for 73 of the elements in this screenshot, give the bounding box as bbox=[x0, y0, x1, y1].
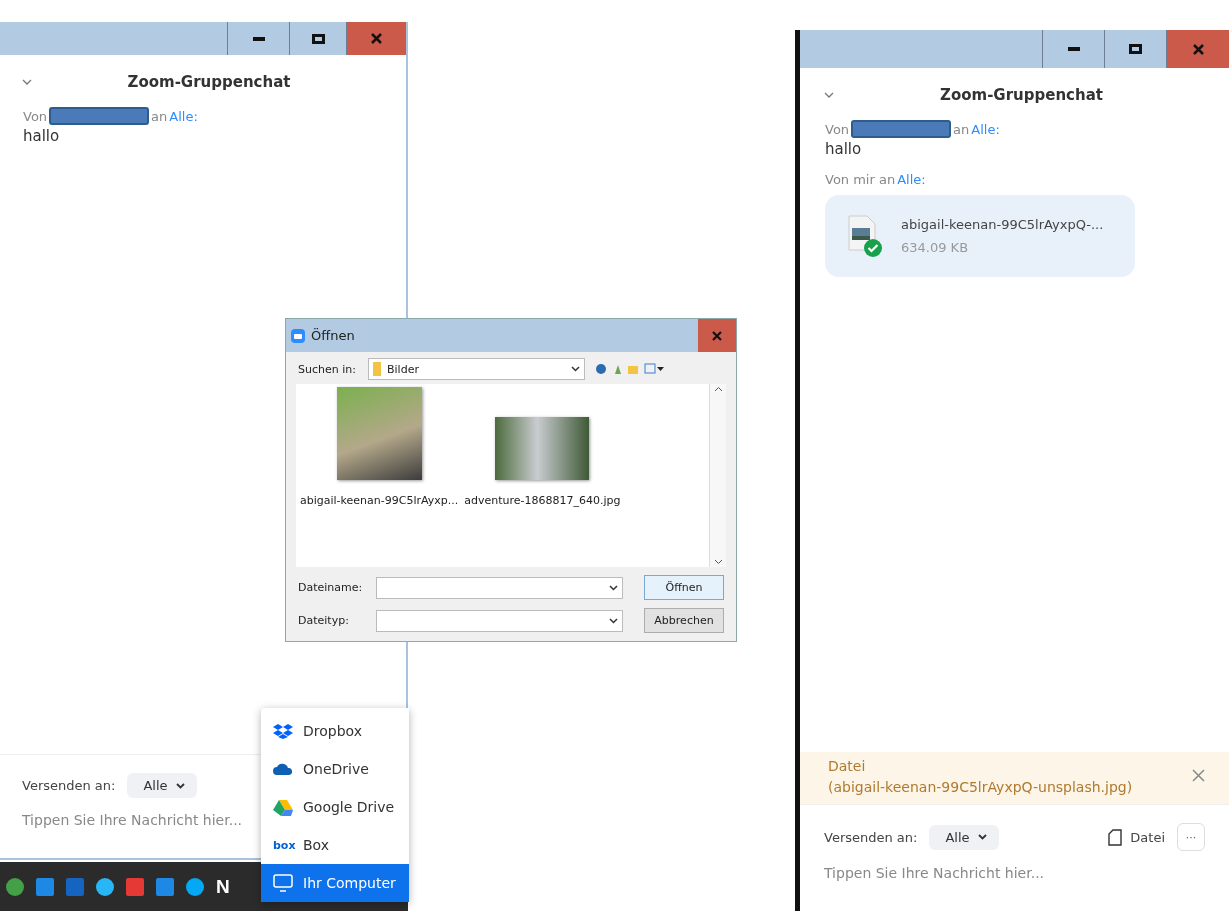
close-icon bbox=[1192, 769, 1205, 782]
file-button[interactable]: Datei bbox=[1108, 828, 1165, 846]
cancel-button[interactable]: Abbrechen bbox=[644, 608, 724, 633]
scrollbar[interactable] bbox=[709, 384, 726, 567]
chevron-down-icon bbox=[713, 559, 723, 565]
file-icon bbox=[1108, 828, 1123, 846]
filename-label: Dateiname: bbox=[298, 581, 364, 594]
chat-title: Zoom-Gruppenchat bbox=[939, 86, 1104, 104]
message-input[interactable]: Tippen Sie Ihre Nachricht hier... bbox=[824, 865, 1205, 881]
taskbar-app-icon[interactable] bbox=[6, 877, 24, 896]
chat-title: Zoom-Gruppenchat bbox=[126, 73, 292, 91]
dialog-title: Öffnen bbox=[311, 328, 356, 343]
chevron-down-icon bbox=[571, 366, 580, 372]
chevron-up-icon bbox=[713, 386, 723, 392]
recipient-dropdown[interactable]: Alle bbox=[127, 773, 197, 798]
taskbar-app-icon[interactable] bbox=[156, 877, 174, 896]
look-in-label: Suchen in: bbox=[298, 362, 357, 376]
close-icon bbox=[1192, 43, 1204, 55]
taskbar-app-icon[interactable] bbox=[126, 877, 144, 896]
minimize-icon bbox=[252, 36, 265, 41]
close-icon bbox=[371, 33, 382, 44]
maximize-icon bbox=[311, 33, 325, 44]
folder-dropdown[interactable]: Bilder bbox=[368, 358, 585, 380]
file-name[interactable]: adventure-1868817_640.jpg bbox=[464, 494, 621, 507]
attachment-text: Datei (abigail-keenan-99C5lrAyxpQ-unsplash.jpg) bbox=[828, 757, 1134, 797]
dropbox-logo-icon bbox=[273, 723, 293, 739]
filetype-label: Dateityp: bbox=[298, 614, 350, 627]
send-to-label: Versenden an: bbox=[22, 778, 116, 793]
sender-label: Von mir an bbox=[825, 172, 896, 187]
sender-label: Von bbox=[825, 121, 850, 137]
box-logo: box bbox=[273, 838, 293, 852]
close-button[interactable] bbox=[698, 319, 736, 352]
menu-item[interactable]: box Box bbox=[261, 826, 409, 864]
triangle-logo-icon bbox=[273, 798, 293, 816]
menu-item[interactable]: Ihr Computer bbox=[261, 864, 409, 902]
open-button[interactable]: Öffnen bbox=[644, 575, 724, 600]
chevron-down-icon bbox=[824, 92, 834, 98]
file-name[interactable]: abigail-keenan-99C5lrAyxp... bbox=[300, 494, 459, 507]
minimize-icon bbox=[1067, 47, 1080, 51]
close-icon bbox=[712, 330, 722, 341]
chevron-down-icon bbox=[22, 79, 32, 85]
recipient-prefix: an bbox=[953, 121, 970, 137]
taskbar-app-icon[interactable]: N bbox=[216, 875, 230, 898]
file-name: abigail-keenan-99C5lrAyxpQ-... bbox=[901, 217, 1104, 232]
taskbar-app-icon[interactable] bbox=[186, 877, 204, 896]
chevron-down-icon bbox=[609, 617, 618, 624]
maximize-icon bbox=[1129, 44, 1142, 54]
monitor-icon bbox=[273, 874, 293, 892]
filename-field[interactable] bbox=[376, 576, 623, 599]
chevron-down-icon bbox=[977, 834, 987, 840]
chevron-down-icon bbox=[175, 782, 185, 789]
folder-icon bbox=[373, 362, 381, 376]
message-text: hallo bbox=[825, 140, 863, 158]
photo-placeholder[interactable] bbox=[336, 387, 422, 480]
file-card[interactable]: abigail-keenan-99C5lrAyxpQ-... 634.09 KB bbox=[825, 195, 1135, 277]
close-button[interactable] bbox=[346, 22, 406, 55]
camera-app-icon bbox=[291, 328, 305, 343]
recipient-prefix: an bbox=[151, 108, 168, 124]
cloud-icon bbox=[273, 763, 293, 775]
sender-label: Von bbox=[23, 108, 48, 124]
taskbar-app-icon[interactable] bbox=[36, 877, 54, 896]
more-button[interactable]: ··· bbox=[1177, 823, 1205, 851]
menu-item[interactable]: Dropbox bbox=[261, 712, 409, 750]
photo-placeholder[interactable] bbox=[495, 417, 590, 480]
recipient-dropdown[interactable]: Alle bbox=[929, 824, 999, 850]
menu-item[interactable]: Google Drive bbox=[261, 788, 409, 826]
chevron-down-icon bbox=[609, 584, 618, 591]
message-text: hallo bbox=[23, 127, 61, 145]
taskbar-app-icon[interactable] bbox=[96, 877, 114, 896]
send-to-label: Versenden an: bbox=[824, 829, 918, 845]
file-size: 634.09 KB bbox=[901, 240, 970, 255]
toolbar-icons-drawing[interactable] bbox=[595, 363, 665, 375]
menu-item[interactable]: OneDrive bbox=[261, 750, 409, 788]
